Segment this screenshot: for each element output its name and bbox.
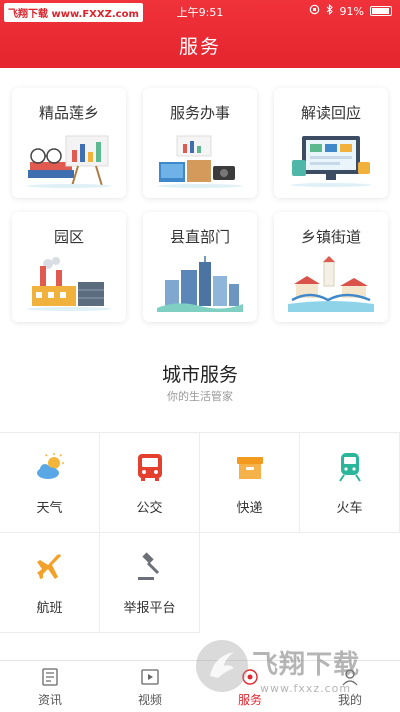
service-report-platform[interactable]: 举报平台 (100, 533, 200, 633)
status-indicators: 91% (309, 3, 392, 18)
airplane-icon (37, 554, 61, 579)
gavel-icon (138, 552, 160, 580)
rotation-lock-icon (309, 4, 320, 18)
card-label: 乡镇街道 (300, 228, 361, 246)
weather-icon (37, 453, 64, 479)
city-services-title: 城市服务 (161, 364, 238, 386)
card-label: 服务办事 (169, 104, 230, 122)
card-label: 解读回应 (300, 104, 361, 122)
tab-label: 服务 (237, 693, 262, 707)
card-yuanqu[interactable]: 园区 (12, 212, 126, 322)
service-weather[interactable]: 天气 (0, 433, 100, 533)
service-label: 火车 (336, 501, 363, 516)
factory-illustration (27, 257, 111, 311)
card-xianzhi-bumen[interactable]: 县直部门 (143, 212, 257, 322)
card-label: 园区 (53, 228, 84, 246)
video-icon (141, 669, 159, 685)
city-services-grid: 天气 公交 快递 火车 航班 举报平台 (0, 432, 400, 633)
tab-label: 我的 (337, 693, 362, 707)
tab-video[interactable]: 视频 (100, 661, 200, 712)
tab-service[interactable]: 服务 (200, 661, 300, 712)
tab-label: 视频 (137, 693, 162, 707)
service-flight[interactable]: 航班 (0, 533, 100, 633)
news-icon (42, 668, 58, 686)
service-label: 举报平台 (123, 601, 176, 616)
card-fuwu-banshi[interactable]: 服务办事 (143, 88, 257, 198)
service-icon (242, 669, 258, 685)
town-bridge-illustration (288, 256, 374, 312)
computer-screen-illustration (291, 136, 371, 187)
card-xiangzhen-jiedao[interactable]: 乡镇街道 (274, 212, 388, 322)
card-jingpin-lianxiang[interactable]: 精品莲乡 (12, 88, 126, 198)
city-services-subtitle: 你的生活管家 (167, 390, 233, 403)
card-label: 精品莲乡 (38, 104, 99, 122)
app-header: 飞翔下载 www.FXXZ.com 上午9:51 91% 服务 (0, 0, 400, 68)
train-icon (339, 453, 361, 482)
service-train[interactable]: 火车 (300, 433, 400, 533)
office-desk-illustration (158, 135, 242, 188)
tab-profile[interactable]: 我的 (300, 661, 400, 712)
reading-glasses-chart-illustration (27, 135, 111, 188)
tab-news[interactable]: 资讯 (0, 661, 100, 712)
battery-percent: 91% (339, 4, 364, 18)
tab-label: 资讯 (37, 693, 62, 707)
profile-icon (342, 669, 358, 686)
service-label: 天气 (36, 501, 63, 516)
parcel-box-icon (237, 457, 263, 479)
bus-icon (138, 454, 162, 481)
bluetooth-icon (326, 3, 334, 18)
card-jiedu-huiying[interactable]: 解读回应 (274, 88, 388, 198)
service-label: 快递 (236, 501, 263, 516)
page-title: 服务 (178, 36, 221, 58)
city-buildings-illustration (157, 256, 243, 312)
service-bus[interactable]: 公交 (100, 433, 200, 533)
battery-icon (370, 6, 392, 16)
service-express[interactable]: 快递 (200, 433, 300, 533)
service-label: 公交 (136, 501, 163, 516)
card-label: 县直部门 (169, 228, 230, 246)
service-label: 航班 (36, 601, 63, 616)
bottom-tab-bar: 资讯 视频 服务 我的 (0, 660, 400, 712)
status-bar: 飞翔下载 www.FXXZ.com 上午9:51 91% (0, 0, 400, 22)
